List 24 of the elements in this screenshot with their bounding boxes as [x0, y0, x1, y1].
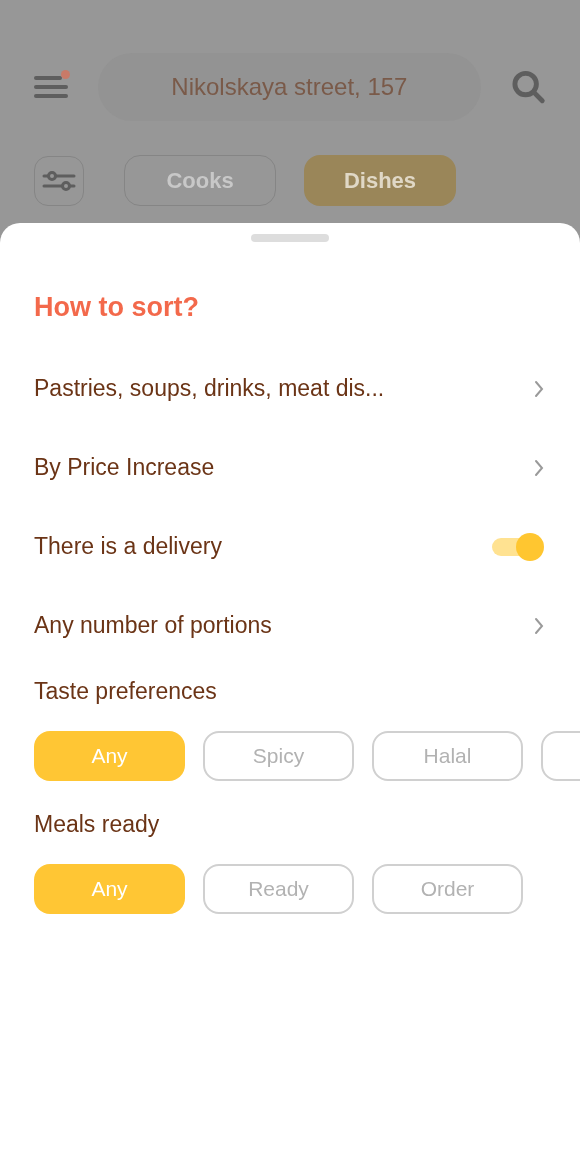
- chevron-icon[interactable]: [534, 616, 544, 635]
- filter-chip[interactable]: Order: [372, 864, 523, 914]
- menu-icon[interactable]: [34, 75, 68, 99]
- filter-button[interactable]: [34, 155, 84, 206]
- chevron-icon[interactable]: [534, 458, 544, 477]
- search-icon[interactable]: [510, 69, 546, 105]
- drag-handle[interactable]: [251, 234, 329, 242]
- mode-tab[interactable]: Dishes: [304, 155, 456, 206]
- filter-chip[interactable]: Spicy: [203, 731, 354, 781]
- group-title: Meals ready: [33, 810, 161, 839]
- group-title: Taste preferences: [33, 677, 218, 706]
- address-field[interactable]: Nikolskaya street, 157: [98, 53, 481, 121]
- option-label[interactable]: There is a delivery: [34, 529, 222, 564]
- filter-chip[interactable]: Any: [34, 864, 185, 914]
- option-label[interactable]: Any number of portions: [34, 608, 272, 643]
- option-label[interactable]: By Price Increase: [34, 450, 215, 485]
- sliders-icon: [42, 168, 76, 193]
- delivery-switch[interactable]: [492, 532, 544, 561]
- sheet-title: How to sort?: [33, 291, 200, 324]
- filter-chip[interactable]: Ready: [203, 864, 354, 914]
- option-label[interactable]: Pastries, soups, drinks, meat dis...: [34, 371, 385, 406]
- filter-chip[interactable]: Any: [34, 731, 185, 781]
- filter-chip[interactable]: Halal: [372, 731, 523, 781]
- chevron-icon[interactable]: [534, 379, 544, 398]
